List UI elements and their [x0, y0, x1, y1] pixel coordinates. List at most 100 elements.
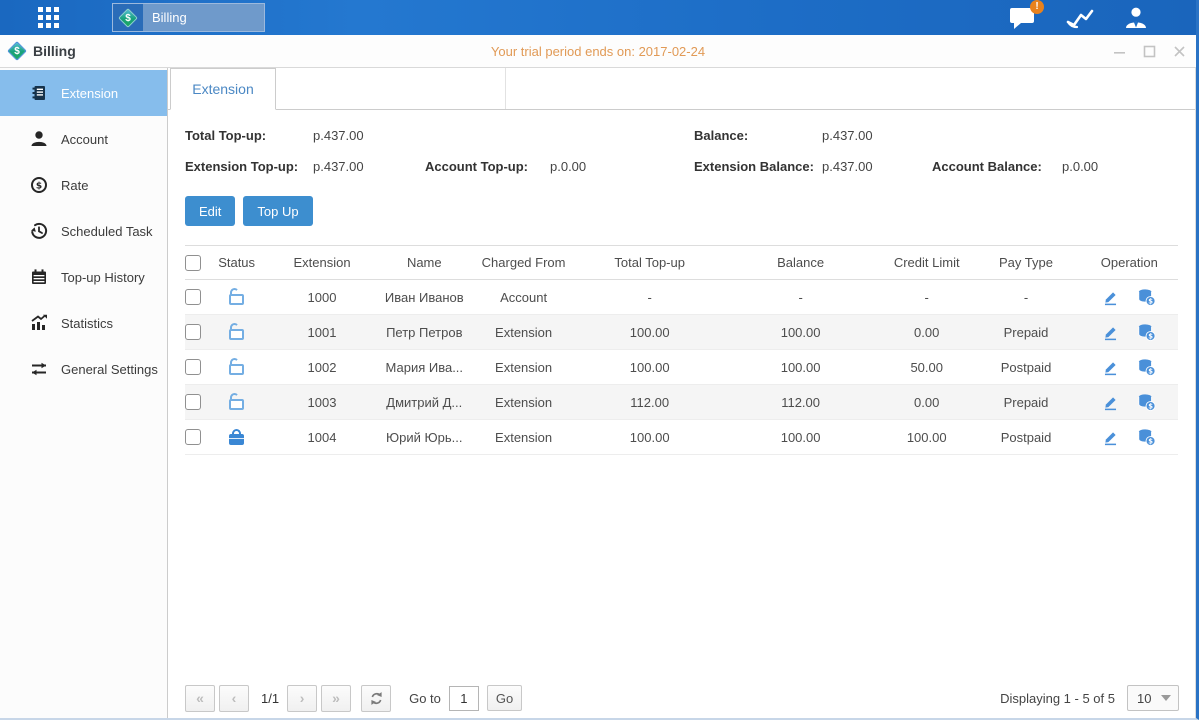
extensions-table: Status Extension Name Charged From Total…: [185, 245, 1178, 455]
notifications-button[interactable]: !: [1009, 6, 1036, 30]
column-header-credit-limit: Credit Limit: [882, 246, 971, 280]
account-balance-value: p.0.00: [1062, 159, 1098, 174]
sidebar-item-statistics[interactable]: Statistics: [0, 300, 167, 346]
row-checkbox[interactable]: [185, 394, 201, 410]
window-title-group: Billing: [10, 43, 260, 59]
tab-strip-spacer: [276, 68, 506, 109]
row-checkbox[interactable]: [185, 289, 201, 305]
reports-button[interactable]: [1066, 7, 1094, 29]
sidebar-item-account[interactable]: Account: [0, 116, 167, 162]
sliders-icon: [30, 360, 48, 378]
top-up-button[interactable]: Top Up: [243, 196, 312, 226]
edit-extension-icon[interactable]: [1102, 289, 1119, 306]
last-page-button[interactable]: »: [321, 685, 351, 712]
line-chart-icon: [1066, 7, 1094, 29]
topup-extension-icon[interactable]: $: [1137, 393, 1156, 411]
statistics-icon: [30, 314, 48, 332]
account-topup-label: Account Top-up:: [425, 159, 550, 174]
taskbar-tab-billing[interactable]: Billing: [112, 3, 265, 32]
sidebar-item-extension[interactable]: Extension: [0, 70, 167, 116]
cell-name: Иван Иванов: [382, 280, 467, 315]
window-controls: [936, 44, 1186, 58]
table-row: 1001 Петр Петров Extension 100.00 100.00…: [185, 315, 1178, 350]
lock-status-icon: [229, 434, 244, 445]
prev-page-button[interactable]: ‹: [219, 685, 249, 712]
account-balance-label: Account Balance:: [932, 159, 1062, 174]
cell-extension: 1003: [262, 385, 381, 420]
column-header-charged-from: Charged From: [467, 246, 580, 280]
summary-left: Total Top-up: p.437.00 Extension Top-up:…: [185, 120, 694, 182]
page-size-select[interactable]: 10: [1127, 685, 1179, 711]
topup-extension-icon[interactable]: $: [1137, 428, 1156, 446]
row-checkbox[interactable]: [185, 324, 201, 340]
go-button[interactable]: Go: [487, 685, 522, 711]
svg-text:$: $: [1148, 368, 1153, 376]
column-header-pay-type: Pay Type: [971, 246, 1080, 280]
cell-pay-type: -: [971, 280, 1080, 315]
topup-extension-icon[interactable]: $: [1137, 288, 1156, 306]
first-page-button[interactable]: «: [185, 685, 215, 712]
cell-extension: 1000: [262, 280, 381, 315]
extension-topup-value: p.437.00: [313, 159, 425, 174]
column-header-extension: Extension: [262, 246, 381, 280]
cell-pay-type: Postpaid: [971, 350, 1080, 385]
sidebar-item-general-settings[interactable]: General Settings: [0, 346, 167, 392]
user-button[interactable]: [1124, 6, 1148, 30]
cell-total-topup: 100.00: [580, 350, 719, 385]
svg-text:$: $: [1148, 403, 1153, 411]
cell-credit-limit: 0.00: [882, 385, 971, 420]
topup-extension-icon[interactable]: $: [1137, 323, 1156, 341]
sidebar-item-label: Scheduled Task: [61, 224, 153, 239]
close-button[interactable]: [1172, 44, 1186, 58]
cell-credit-limit: 0.00: [882, 315, 971, 350]
cell-balance: 100.00: [719, 420, 882, 455]
taskbar-actions: !: [1009, 6, 1148, 30]
cell-balance: 100.00: [719, 315, 882, 350]
table-row: 1004 Юрий Юрь... Extension 100.00 100.00…: [185, 420, 1178, 455]
cell-name: Дмитрий Д...: [382, 385, 467, 420]
edit-extension-icon[interactable]: [1102, 429, 1119, 446]
cell-extension: 1002: [262, 350, 381, 385]
cell-balance: 100.00: [719, 350, 882, 385]
cell-credit-limit: 100.00: [882, 420, 971, 455]
edit-extension-icon[interactable]: [1102, 359, 1119, 376]
select-all-checkbox[interactable]: [185, 255, 201, 271]
sidebar-item-label: General Settings: [61, 362, 158, 377]
tab-label: Extension: [192, 81, 253, 97]
column-header-balance: Balance: [719, 246, 882, 280]
sidebar-item-scheduled-task[interactable]: Scheduled Task: [0, 208, 167, 254]
sidebar-item-rate[interactable]: $ Rate: [0, 162, 167, 208]
edit-extension-icon[interactable]: [1102, 394, 1119, 411]
cell-extension: 1001: [262, 315, 381, 350]
taskbar-tab-label: Billing: [152, 10, 187, 25]
window-titlebar: Billing Your trial period ends on: 2017-…: [0, 35, 1196, 68]
column-header-status: Status: [211, 246, 263, 280]
sidebar-item-topup-history[interactable]: Top-up History: [0, 254, 167, 300]
svg-text:$: $: [1148, 298, 1153, 306]
cell-pay-type: Prepaid: [971, 385, 1080, 420]
table-header-row: Status Extension Name Charged From Total…: [185, 246, 1178, 280]
cell-balance: 112.00: [719, 385, 882, 420]
cell-name: Юрий Юрь...: [382, 420, 467, 455]
topup-extension-icon[interactable]: $: [1137, 358, 1156, 376]
edit-button[interactable]: Edit: [185, 196, 235, 226]
minimize-icon: [1113, 45, 1126, 58]
tab-extension[interactable]: Extension: [170, 68, 276, 110]
sidebar-item-label: Top-up History: [61, 270, 145, 285]
goto-page-input[interactable]: [449, 686, 479, 711]
sidebar-item-label: Extension: [61, 86, 118, 101]
tab-strip: Extension: [168, 68, 1195, 110]
billing-window-icon: [7, 41, 27, 61]
apps-grid-button[interactable]: [26, 7, 72, 29]
edit-extension-icon[interactable]: [1102, 324, 1119, 341]
maximize-button[interactable]: [1142, 44, 1156, 58]
lock-status-icon: [229, 399, 244, 410]
next-page-button[interactable]: ›: [287, 685, 317, 712]
minimize-button[interactable]: [1112, 44, 1126, 58]
cell-charged-from: Extension: [467, 315, 580, 350]
page-size-value: 10: [1137, 691, 1151, 706]
row-checkbox[interactable]: [185, 359, 201, 375]
row-checkbox[interactable]: [185, 429, 201, 445]
refresh-button[interactable]: [361, 685, 391, 712]
total-topup-value: p.437.00: [313, 128, 364, 143]
